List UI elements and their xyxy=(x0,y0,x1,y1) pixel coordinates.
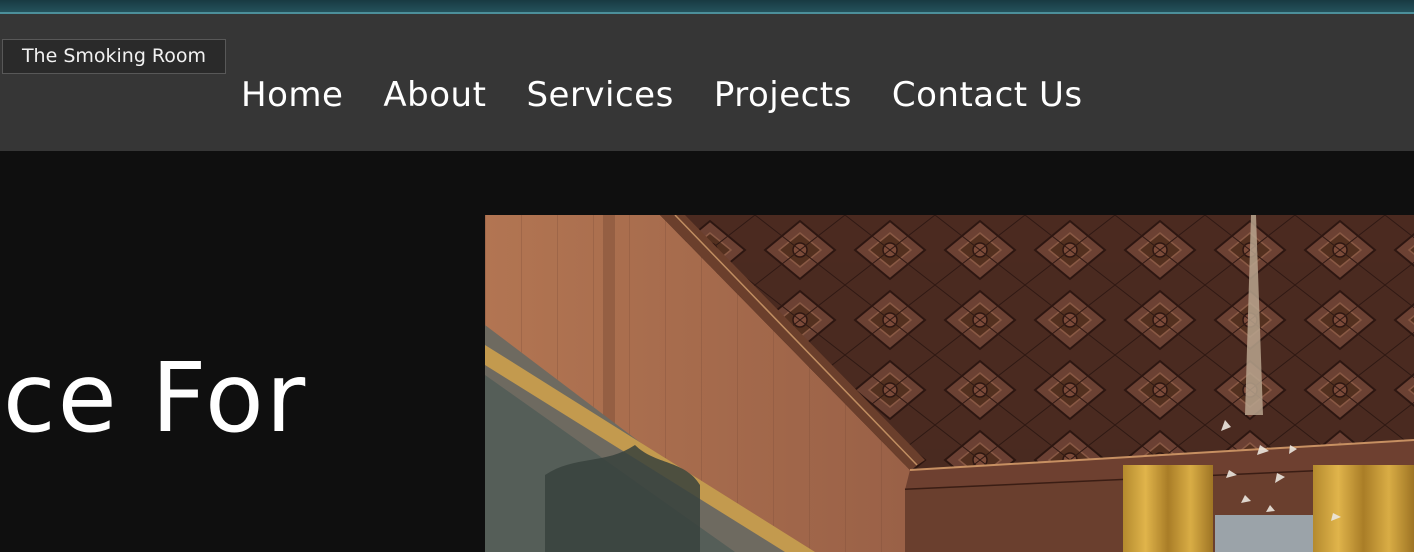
image-title-tooltip: The Smoking Room xyxy=(2,39,226,74)
nav-link-home[interactable]: Home xyxy=(241,72,343,118)
hero-heading: ace For xyxy=(0,342,308,454)
nav-link-services[interactable]: Services xyxy=(526,72,673,118)
nav-link-about[interactable]: About xyxy=(383,72,486,118)
hero-room-image xyxy=(485,215,1414,552)
site-navbar: Home About Services Projects Contact Us xyxy=(0,14,1414,151)
browser-top-strip xyxy=(0,0,1414,12)
nav-link-projects[interactable]: Projects xyxy=(714,72,852,118)
page: Home About Services Projects Contact Us … xyxy=(0,0,1414,552)
nav-link-contact-us[interactable]: Contact Us xyxy=(892,72,1083,118)
smoking-room-illustration xyxy=(485,215,1414,552)
main-navigation: Home About Services Projects Contact Us xyxy=(241,72,1083,118)
